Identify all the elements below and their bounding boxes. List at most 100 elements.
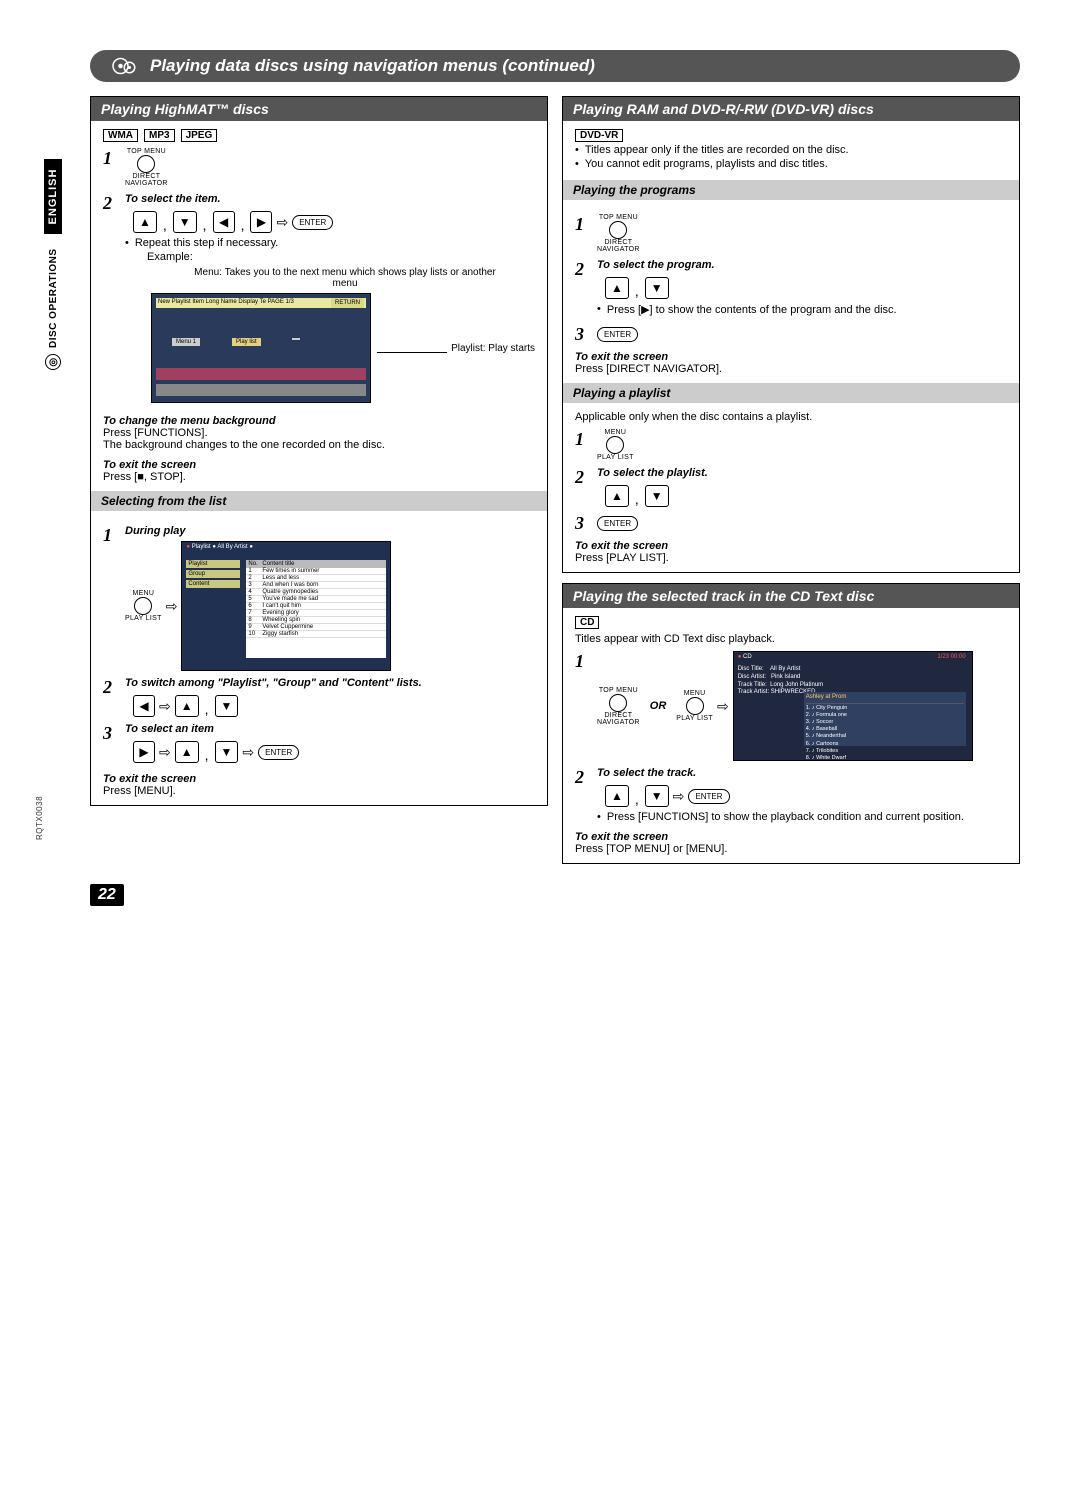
cd-text-screenshot: ● CD 1/23 00:00 Disc Title: All By Artis…	[733, 651, 973, 761]
discs-icon	[110, 56, 140, 76]
exit-text: Press [■, STOP].	[103, 471, 535, 483]
step-number: 3	[575, 513, 589, 534]
up-key[interactable]: ▲	[605, 785, 629, 807]
up-key[interactable]: ▲	[605, 485, 629, 507]
exit-text: Press [PLAY LIST].	[575, 552, 1007, 564]
document-id: RQTX0038	[35, 796, 44, 840]
down-key[interactable]: ▼	[645, 485, 669, 507]
applicable-note: Applicable only when the disc contains a…	[575, 411, 1007, 423]
tag-cd: CD	[575, 616, 599, 629]
exit-heading: To exit the screen	[103, 459, 535, 471]
down-key[interactable]: ▼	[173, 211, 197, 233]
selecting-list-heading: Selecting from the list	[91, 491, 547, 511]
then-arrow-icon: ⇨	[242, 744, 254, 761]
top-menu-button[interactable]: TOP MENU DIRECT NAVIGATOR	[125, 148, 168, 187]
step-title: To select the item.	[125, 193, 535, 205]
page-number: 22	[90, 884, 124, 906]
example-menu-screenshot: New Playlist Item Long Name Display Te P…	[151, 293, 371, 403]
note-text: Titles appear only if the titles are rec…	[575, 144, 1007, 156]
page-title: Playing data discs using navigation menu…	[150, 56, 595, 76]
page-title-bar: Playing data discs using navigation menu…	[90, 50, 1020, 82]
format-tags: WMA MP3 JPEG	[103, 129, 535, 142]
cdtext-heading: Playing the selected track in the CD Tex…	[563, 584, 1019, 608]
language-label: ENGLISH	[44, 159, 62, 235]
playlist-callout: Playlist: Play starts	[451, 343, 535, 354]
step-title: To switch among "Playlist", "Group" and …	[125, 677, 535, 689]
playlist-heading: Playing a playlist	[563, 383, 1019, 403]
change-bg-heading: To change the menu background	[103, 415, 535, 427]
enter-button[interactable]: ENTER	[258, 745, 299, 760]
step-number: 1	[575, 214, 589, 235]
exit-text: Press [TOP MENU] or [MENU].	[575, 843, 1007, 855]
down-key[interactable]: ▼	[215, 695, 239, 717]
tag-dvdvr: DVD-VR	[575, 129, 623, 142]
enter-button[interactable]: ENTER	[292, 215, 333, 230]
left-key[interactable]: ◀	[213, 211, 235, 233]
cdtext-panel: Playing the selected track in the CD Tex…	[562, 583, 1020, 864]
step-title: To select an item	[125, 723, 535, 735]
then-arrow-icon: ⇨	[276, 214, 288, 231]
example-label: Example:	[147, 251, 535, 263]
menu-callout: Menu: Takes you to the next menu which s…	[185, 267, 505, 289]
then-arrow-icon: ⇨	[673, 788, 685, 805]
step-number: 2	[575, 467, 589, 488]
tag-wma: WMA	[103, 129, 138, 142]
menu-button[interactable]: MENU PLAY LIST	[597, 429, 634, 461]
step-title: To select the program.	[597, 259, 1007, 271]
step-title: During play	[125, 525, 535, 537]
then-arrow-icon: ⇨	[717, 698, 729, 715]
highmat-heading: Playing HighMAT™ discs	[91, 97, 547, 121]
step-number: 3	[103, 723, 117, 744]
note-text: You cannot edit programs, playlists and …	[575, 158, 1007, 170]
enter-button[interactable]: ENTER	[688, 789, 729, 804]
menu-button[interactable]: MENU PLAY LIST	[125, 590, 162, 622]
side-tab: ◎ DISC OPERATIONS ENGLISH	[42, 159, 64, 380]
then-arrow-icon: ⇨	[159, 744, 171, 761]
step-number: 2	[575, 767, 589, 788]
or-label: OR	[650, 700, 667, 712]
press-note: Press [▶] to show the contents of the pr…	[597, 303, 1007, 316]
exit-heading: To exit the screen	[575, 351, 1007, 363]
step-number: 1	[575, 651, 589, 672]
up-key[interactable]: ▲	[175, 741, 199, 763]
step-number: 2	[103, 677, 117, 698]
programs-heading: Playing the programs	[563, 180, 1019, 200]
repeat-note: Repeat this step if necessary.	[125, 237, 535, 249]
change-bg-text: Press [FUNCTIONS].	[103, 427, 535, 439]
exit-heading: To exit the screen	[575, 540, 1007, 552]
disc-icon: ◎	[45, 354, 61, 370]
step-number: 1	[103, 525, 117, 546]
tag-jpeg: JPEG	[181, 129, 218, 142]
menu-button[interactable]: MENU PLAY LIST	[676, 690, 713, 722]
exit-heading: To exit the screen	[103, 773, 535, 785]
enter-button[interactable]: ENTER	[597, 327, 638, 342]
right-key[interactable]: ▶	[250, 211, 272, 233]
change-bg-text: The background changes to the one record…	[103, 439, 535, 451]
tag-mp3: MP3	[144, 129, 175, 142]
step-number: 3	[575, 324, 589, 345]
enter-button[interactable]: ENTER	[597, 516, 638, 531]
left-key[interactable]: ◀	[133, 695, 155, 717]
cd-intro: Titles appear with CD Text disc playback…	[575, 633, 1007, 645]
step-number: 2	[575, 259, 589, 280]
down-key[interactable]: ▼	[645, 277, 669, 299]
top-menu-button[interactable]: TOP MENU DIRECT NAVIGATOR	[597, 214, 640, 253]
up-key[interactable]: ▲	[133, 211, 157, 233]
step-number: 2	[103, 193, 117, 214]
up-key[interactable]: ▲	[175, 695, 199, 717]
then-arrow-icon: ⇨	[166, 598, 178, 615]
playlist-screenshot: ● Playlist ● All By Artist ● PlaylistGro…	[181, 541, 391, 671]
step-title: To select the playlist.	[597, 467, 1007, 479]
section-label: ◎ DISC OPERATIONS	[42, 238, 64, 380]
dvdvr-panel: Playing RAM and DVD-R/-RW (DVD-VR) discs…	[562, 96, 1020, 573]
right-key[interactable]: ▶	[133, 741, 155, 763]
then-arrow-icon: ⇨	[159, 698, 171, 715]
exit-heading: To exit the screen	[575, 831, 1007, 843]
down-key[interactable]: ▼	[215, 741, 239, 763]
up-key[interactable]: ▲	[605, 277, 629, 299]
dvdvr-heading: Playing RAM and DVD-R/-RW (DVD-VR) discs	[563, 97, 1019, 121]
top-menu-button[interactable]: TOP MENU DIRECT NAVIGATOR	[597, 687, 640, 726]
highmat-panel: Playing HighMAT™ discs WMA MP3 JPEG 1 TO…	[90, 96, 548, 806]
press-note: Press [FUNCTIONS] to show the playback c…	[597, 811, 1007, 823]
down-key[interactable]: ▼	[645, 785, 669, 807]
